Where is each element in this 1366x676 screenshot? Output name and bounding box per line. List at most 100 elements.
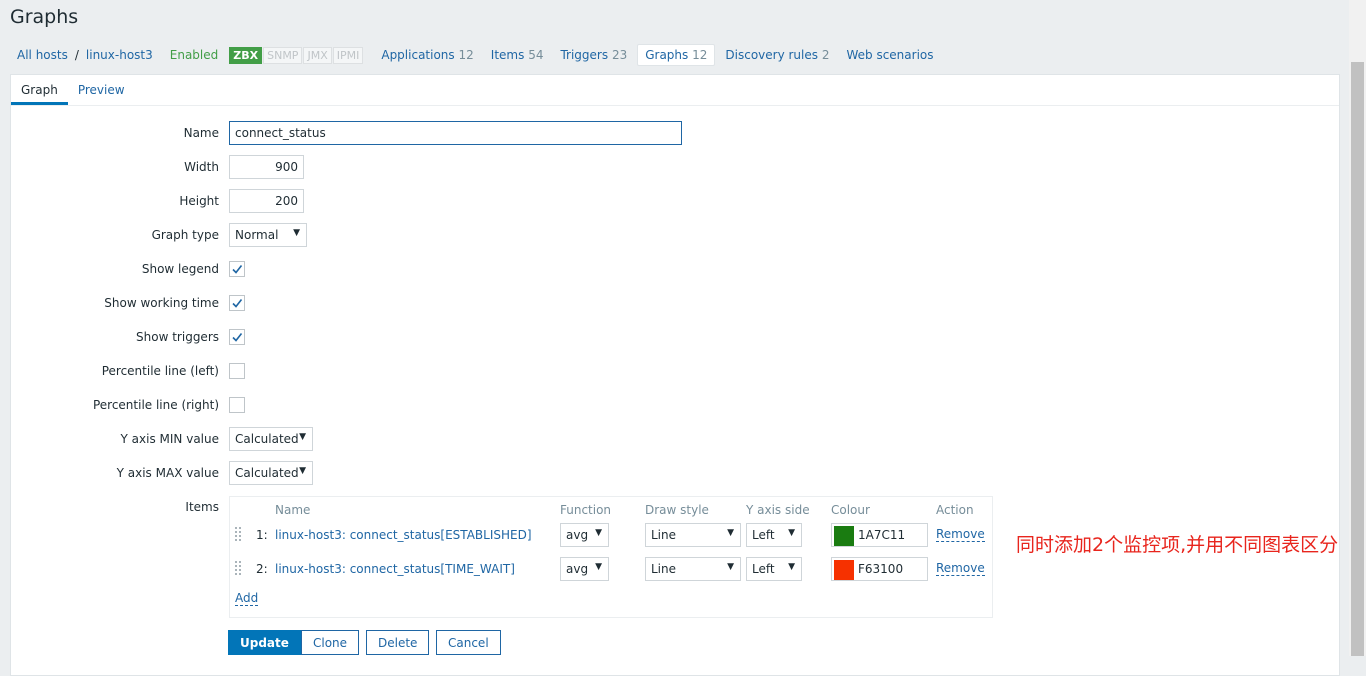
host-status[interactable]: Enabled <box>160 48 226 62</box>
tab-web-scenarios[interactable]: Web scenarios <box>839 45 940 65</box>
function-value: avg <box>566 562 589 576</box>
row-y-max: Y axis MAX value Calculated ▼ <box>11 461 1339 485</box>
percentile-left-checkbox[interactable] <box>229 363 245 379</box>
annotation-note: 同时添加2个监控项,并用不同图表区分 <box>1016 534 1339 556</box>
remove-item-button[interactable]: Remove <box>936 562 985 576</box>
tab-triggers[interactable]: Triggers 23 <box>553 45 634 65</box>
availability-zbx: ZBX <box>229 46 263 64</box>
tab-applications[interactable]: Applications 12 <box>374 45 480 65</box>
y-max-select[interactable]: Calculated ▼ <box>229 461 313 485</box>
y-axis-side-value: Left <box>752 528 775 542</box>
items-header-function: Function <box>560 503 612 517</box>
tab-discovery-label: Discovery rules <box>725 48 818 62</box>
update-button[interactable]: Update <box>228 630 301 655</box>
delete-button[interactable]: Delete <box>366 630 430 655</box>
tab-items[interactable]: Items 54 <box>484 45 551 65</box>
function-select[interactable]: avg ▼ <box>560 557 609 581</box>
chevron-down-icon: ▼ <box>727 562 734 572</box>
cancel-button[interactable]: Cancel <box>436 630 501 655</box>
items-header-name: Name <box>275 503 311 517</box>
y-min-value: Calculated <box>235 432 299 446</box>
tab-graphs[interactable]: Graphs 12 <box>637 44 716 66</box>
availability-badges: ZBX SNMP JMX IPMI <box>229 46 364 64</box>
items-header-action: Action <box>936 503 974 517</box>
function-select[interactable]: avg ▼ <box>560 523 609 547</box>
chevron-down-icon: ▼ <box>299 466 306 476</box>
item-name-link[interactable]: linux-host3: connect_status[ESTABLISHED] <box>275 528 532 542</box>
width-label: Width <box>184 160 219 174</box>
graph-type-select[interactable]: Normal ▼ <box>229 223 307 247</box>
tab-applications-label: Applications <box>381 48 455 62</box>
remove-item-button[interactable]: Remove <box>936 528 985 542</box>
checkmark-icon <box>232 299 243 308</box>
y-axis-side-select[interactable]: Left ▼ <box>746 557 802 581</box>
show-triggers-label: Show triggers <box>136 330 219 344</box>
height-input[interactable] <box>229 189 304 213</box>
graph-form-panel: Graph Preview Name Width Height Graph ty… <box>10 74 1340 676</box>
draw-style-value: Line <box>651 528 677 542</box>
page-scrollbar[interactable] <box>1349 0 1366 656</box>
graph-type-label: Graph type <box>151 228 219 242</box>
show-legend-checkbox[interactable] <box>229 261 245 277</box>
show-working-time-checkbox[interactable] <box>229 295 245 311</box>
item-name-link[interactable]: linux-host3: connect_status[TIME_WAIT] <box>275 562 515 576</box>
row-height: Height <box>11 189 1339 213</box>
colour-input[interactable]: 1A7C11 <box>831 523 928 547</box>
items-table: Name Function Draw style Y axis side Col… <box>229 496 993 618</box>
tab-triggers-label: Triggers <box>560 48 609 62</box>
checkmark-icon <box>232 265 243 274</box>
tab-triggers-count: 23 <box>611 48 628 62</box>
colour-swatch[interactable] <box>834 526 854 546</box>
percentile-right-checkbox[interactable] <box>229 397 245 413</box>
table-row: 2: linux-host3: connect_status[TIME_WAIT… <box>230 556 992 582</box>
name-input[interactable] <box>229 121 682 145</box>
y-axis-side-select[interactable]: Left ▼ <box>746 523 802 547</box>
chevron-down-icon: ▼ <box>299 432 306 442</box>
chevron-down-icon: ▼ <box>788 528 795 538</box>
table-row: 1: linux-host3: connect_status[ESTABLISH… <box>230 522 992 548</box>
percentile-left-label: Percentile line (left) <box>101 364 219 378</box>
tab-graph[interactable]: Graph <box>11 75 68 105</box>
checkmark-icon <box>232 333 243 342</box>
item-number: 2: <box>256 562 268 576</box>
drag-handle-icon[interactable] <box>235 561 241 577</box>
graph-type-value: Normal <box>235 228 279 242</box>
colour-input[interactable]: F63100 <box>831 557 928 581</box>
row-percentile-left: Percentile line (left) <box>11 359 1339 383</box>
chevron-down-icon: ▼ <box>727 528 734 538</box>
form-tabs: Graph Preview <box>11 75 1339 106</box>
draw-style-value: Line <box>651 562 677 576</box>
chevron-down-icon: ▼ <box>595 528 602 538</box>
scrollbar-thumb[interactable] <box>1351 62 1364 656</box>
add-item-button[interactable]: Add <box>235 592 259 606</box>
row-show-working-time: Show working time <box>11 291 1339 315</box>
draw-style-select[interactable]: Line ▼ <box>645 557 741 581</box>
tab-discovery-rules[interactable]: Discovery rules 2 <box>718 45 836 65</box>
colour-swatch[interactable] <box>834 560 854 580</box>
y-min-select[interactable]: Calculated ▼ <box>229 427 313 451</box>
draw-style-select[interactable]: Line ▼ <box>645 523 741 547</box>
item-number: 1: <box>256 528 268 542</box>
show-triggers-checkbox[interactable] <box>229 329 245 345</box>
chevron-down-icon: ▼ <box>595 562 602 572</box>
row-show-triggers: Show triggers <box>11 325 1339 349</box>
breadcrumb-all-hosts[interactable]: All hosts <box>10 48 75 62</box>
items-header-draw-style: Draw style <box>645 503 709 517</box>
clone-button[interactable]: Clone <box>301 630 360 655</box>
tab-items-count: 54 <box>528 48 544 62</box>
tab-applications-count: 12 <box>458 48 474 62</box>
tab-preview[interactable]: Preview <box>68 75 135 105</box>
items-header-y-axis-side: Y axis side <box>746 503 810 517</box>
items-header-colour: Colour <box>831 503 870 517</box>
page-title: Graphs <box>10 6 79 28</box>
colour-value: 1A7C11 <box>858 528 906 542</box>
percentile-right-label: Percentile line (right) <box>92 398 219 412</box>
name-label: Name <box>183 126 219 140</box>
row-y-min: Y axis MIN value Calculated ▼ <box>11 427 1339 451</box>
drag-handle-icon[interactable] <box>235 527 241 543</box>
tab-graphs-label: Graphs <box>645 48 689 62</box>
y-max-label: Y axis MAX value <box>116 466 219 480</box>
breadcrumb-host[interactable]: linux-host3 <box>79 48 160 62</box>
items-label: Items <box>185 500 219 514</box>
width-input[interactable] <box>229 155 304 179</box>
